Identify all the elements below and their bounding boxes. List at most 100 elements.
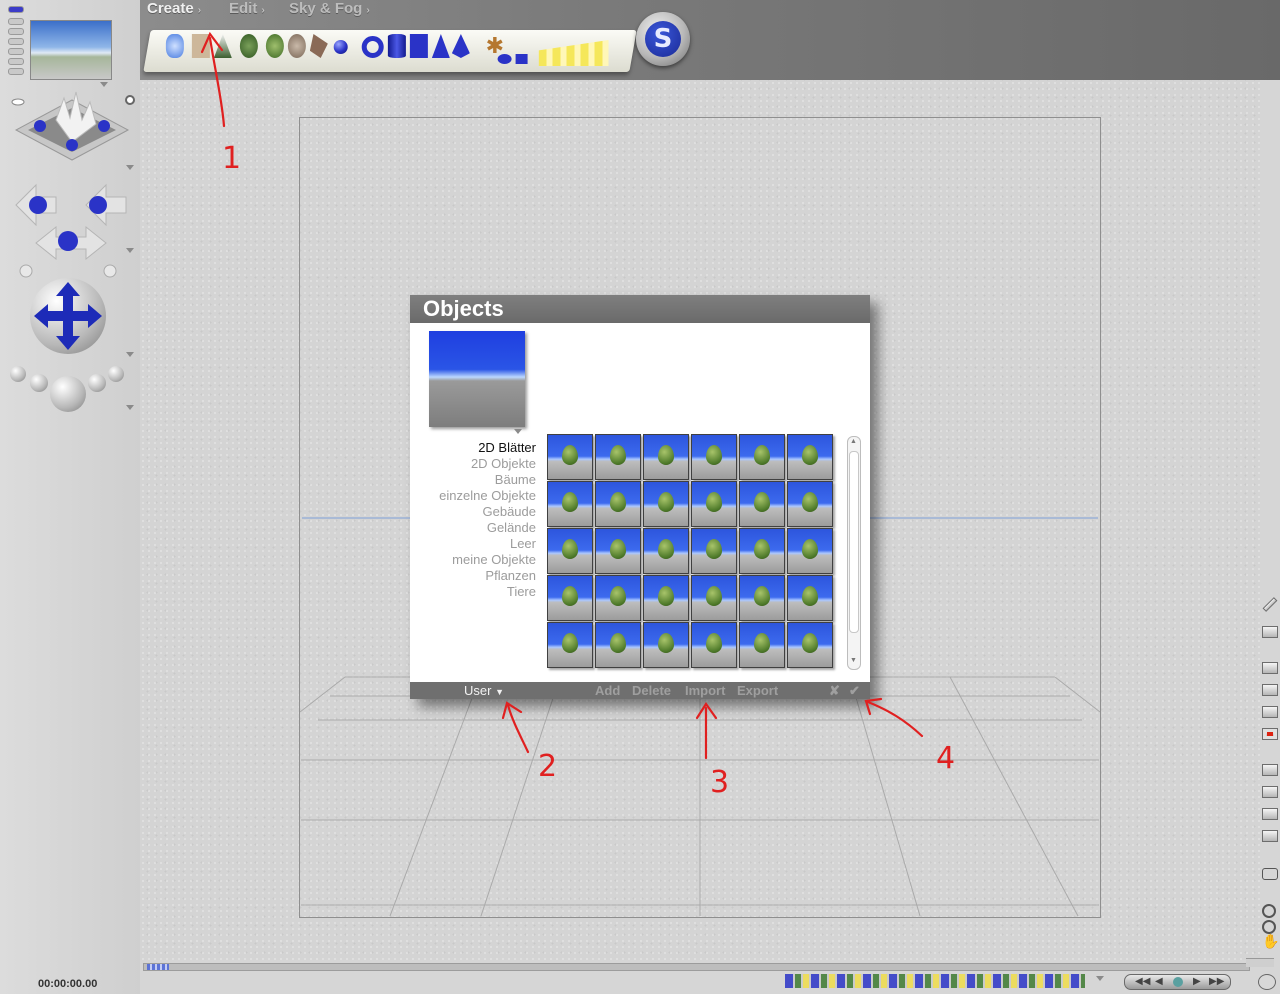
category-item[interactable]: 2D Objekte <box>471 456 536 471</box>
drawer-handle[interactable] <box>8 18 24 25</box>
pyramid-icon[interactable] <box>452 34 470 58</box>
object-thumbnail[interactable] <box>787 575 833 621</box>
torus-icon[interactable] <box>361 36 384 58</box>
zoom-out-icon[interactable] <box>1262 920 1276 934</box>
menu-sky-fog[interactable]: Sky & Fog › <box>289 0 370 20</box>
rock-icon[interactable] <box>287 34 306 58</box>
category-item[interactable]: Pflanzen <box>485 568 536 583</box>
object-thumbnail[interactable] <box>547 434 593 480</box>
chevron-down-icon[interactable] <box>126 405 134 410</box>
rewind-icon[interactable]: ◀◀ <box>1135 976 1150 987</box>
chevron-down-icon[interactable] <box>126 165 134 170</box>
chevron-down-icon[interactable] <box>126 248 134 253</box>
chevron-down-icon[interactable] <box>1096 976 1104 981</box>
category-item[interactable]: meine Objekte <box>452 552 536 567</box>
chevron-down-icon[interactable] <box>100 82 108 87</box>
zoom-ball[interactable] <box>88 374 106 392</box>
zoom-ball[interactable] <box>108 366 124 382</box>
play-icon[interactable] <box>1173 977 1183 987</box>
object-thumbnail[interactable] <box>739 528 785 574</box>
pan-hand-icon[interactable]: ✋ <box>1262 934 1279 948</box>
object-thumbnail[interactable] <box>787 528 833 574</box>
camera-pad-control[interactable] <box>6 90 138 170</box>
cancel-icon[interactable]: ✘ <box>829 683 840 699</box>
eraser-icon[interactable] <box>1262 626 1278 638</box>
chevron-down-icon[interactable] <box>126 352 134 357</box>
sphere-icon[interactable] <box>333 40 348 54</box>
sky-preview-thumbnail[interactable] <box>30 20 112 80</box>
delete-button[interactable]: Delete <box>632 683 671 698</box>
step-back-icon[interactable]: ◀ <box>1155 976 1163 987</box>
render-window-icon[interactable] <box>1262 662 1278 674</box>
lights-icon[interactable] <box>539 40 609 66</box>
step-forward-icon[interactable]: ▶ <box>1193 976 1201 987</box>
display-quality-icon[interactable] <box>1262 764 1278 776</box>
object-thumbnail[interactable] <box>691 622 737 668</box>
category-item[interactable]: Gelände <box>487 520 536 535</box>
object-thumbnail[interactable] <box>643 622 689 668</box>
object-thumbnail[interactable] <box>787 434 833 480</box>
import-button[interactable]: Import <box>685 683 725 698</box>
export-button[interactable]: Export <box>737 683 778 698</box>
disc-icon[interactable] <box>497 54 512 64</box>
app-logo-button[interactable]: S <box>636 12 690 66</box>
object-thumbnail[interactable] <box>787 481 833 527</box>
object-thumbnail[interactable] <box>595 434 641 480</box>
object-thumbnail[interactable] <box>787 622 833 668</box>
object-thumbnail[interactable] <box>547 528 593 574</box>
drawer-handle[interactable] <box>8 38 24 45</box>
scroll-down-icon[interactable]: ▼ <box>850 657 857 664</box>
object-thumbnail[interactable] <box>595 575 641 621</box>
object-thumbnail[interactable] <box>643 528 689 574</box>
terrain-icon[interactable] <box>214 34 232 58</box>
object-thumbnail[interactable] <box>643 575 689 621</box>
fast-forward-icon[interactable]: ▶▶ <box>1209 976 1224 987</box>
object-thumbnail[interactable] <box>547 622 593 668</box>
drawer-handle[interactable] <box>8 68 24 75</box>
menu-create[interactable]: Create › <box>147 0 201 20</box>
texture-icon[interactable] <box>1262 786 1278 798</box>
drawer-handle[interactable] <box>8 6 24 13</box>
move-arrows-control[interactable] <box>6 175 136 285</box>
add-button[interactable]: Add <box>595 683 620 698</box>
category-item[interactable]: Gebäude <box>483 504 537 519</box>
drawer-handle[interactable] <box>8 48 24 55</box>
scroll-up-icon[interactable]: ▲ <box>850 438 857 445</box>
settings-icon[interactable] <box>1258 974 1276 990</box>
object-preview[interactable] <box>429 331 525 427</box>
plant-icon[interactable] <box>265 34 284 58</box>
user-dropdown[interactable]: User ▼ <box>464 683 504 698</box>
render-stop-icon[interactable] <box>1262 728 1278 740</box>
cone-icon[interactable] <box>432 34 450 58</box>
object-thumbnail[interactable] <box>739 481 785 527</box>
object-thumbnail[interactable] <box>691 481 737 527</box>
object-thumbnail[interactable] <box>643 434 689 480</box>
plane-icon[interactable] <box>515 54 528 64</box>
object-thumbnail[interactable] <box>691 528 737 574</box>
drawer-handle[interactable] <box>8 58 24 65</box>
cube-view-icon[interactable] <box>1262 868 1278 880</box>
bbox-icon[interactable] <box>1262 830 1278 842</box>
grid-scrollbar[interactable]: ▲ ▼ <box>847 436 861 670</box>
cylinder-icon[interactable] <box>387 34 406 58</box>
object-thumbnail[interactable] <box>547 481 593 527</box>
object-thumbnail[interactable] <box>691 575 737 621</box>
object-thumbnail[interactable] <box>643 481 689 527</box>
render-options-icon[interactable] <box>1262 706 1278 718</box>
zoom-ball[interactable] <box>30 374 48 392</box>
category-item[interactable]: Leer <box>510 536 536 551</box>
menu-edit[interactable]: Edit › <box>229 0 265 20</box>
drawer-handle[interactable] <box>8 28 24 35</box>
zoom-in-icon[interactable] <box>1262 904 1276 918</box>
object-thumbnail[interactable] <box>595 622 641 668</box>
mini-object-palette[interactable] <box>785 974 1085 988</box>
tree-icon[interactable] <box>239 34 258 58</box>
object-thumbnail[interactable] <box>595 528 641 574</box>
brush-icon[interactable] <box>1262 597 1278 612</box>
object-thumbnail[interactable] <box>691 434 737 480</box>
scroll-thumb[interactable] <box>849 451 859 633</box>
water-icon[interactable] <box>165 34 184 58</box>
object-thumbnail[interactable] <box>739 575 785 621</box>
category-item[interactable]: einzelne Objekte <box>439 488 536 503</box>
timeline-marker[interactable] <box>147 964 169 970</box>
